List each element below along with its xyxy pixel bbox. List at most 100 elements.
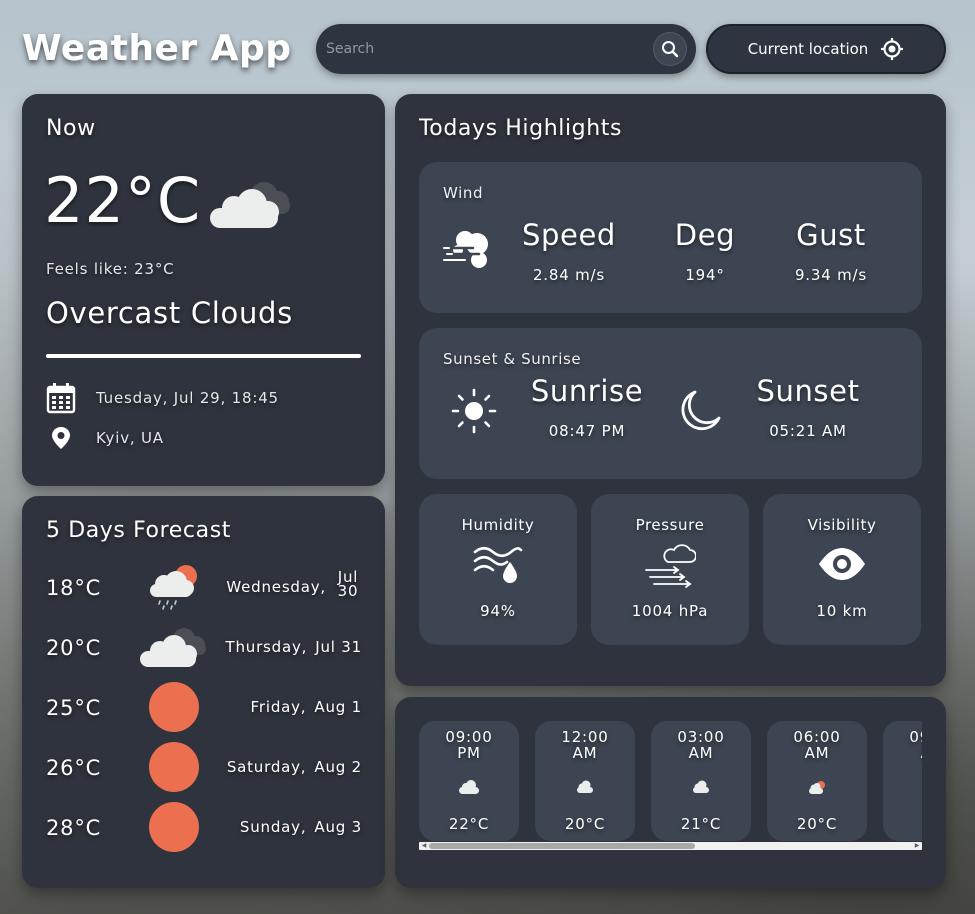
hourly-item: 03:00 AM 21°C [651,721,751,841]
wind-speed-label: Speed [522,218,616,252]
hourly-scrollbar[interactable]: ◀ ▶ [419,842,922,850]
wind-gust-label: Gust [796,218,866,252]
hourly-strip[interactable]: 09:00 PM 22°C 12:00 AM 20°C 03:00 AM 21°… [419,721,922,841]
hourly-period: PM [457,744,481,762]
cloud-icon [459,780,479,794]
wind-panel: Wind Speed 2.84 m/s Deg 194° Gust 9.34 m… [419,162,922,313]
wind-speed-value: 2.84 m/s [532,266,606,284]
scroll-left-arrow[interactable]: ◀ [420,842,428,850]
forecast-temp: 26°C [46,756,102,780]
sun-panel: Sunset & Sunrise Sunrise 08:47 PM Sunset… [419,328,922,479]
hourly-item: 12:00 AM 20°C [535,721,635,841]
sunset: Sunset 05:21 AM [745,374,871,440]
current-location-label: Current location [747,40,869,58]
forecast-temp: 28°C [46,816,102,840]
forecast-date: Aug 1 [314,698,362,716]
hourly-period: AM [804,744,830,762]
current-temperature: 22°C [44,164,202,237]
search-bar [316,24,696,74]
pressure-icon [645,544,696,588]
location-text: Kyiv, UA [96,429,164,447]
forecast-row: 20°C Thursday, Jul 31 [46,622,362,672]
forecast-card: 5 Days Forecast 18°C Wednesday, Jul 30 2… [22,496,385,888]
sunrise: Sunrise 08:47 PM [523,374,651,440]
scroll-right-arrow[interactable]: ▶ [913,842,921,850]
calendar-icon [46,383,76,414]
wind-gust: Gust 9.34 m/s [775,218,887,284]
current-weather-card: Now 22°C Feels like: 23°C Overcast Cloud… [22,94,385,486]
forecast-row: 18°C Wednesday, Jul 30 [46,562,362,612]
date-text: Tuesday, Jul 29, 18:45 [96,389,279,407]
sun-icon [451,388,497,434]
location-row: Kyiv, UA [46,426,164,450]
hourly-time: 09:00 [909,728,922,746]
hourly-time: 09:00 [445,728,493,746]
date-row: Tuesday, Jul 29, 18:45 [46,382,279,414]
search-input[interactable] [326,36,636,62]
forecast-temp: 20°C [46,636,102,660]
rain-cloud-sun-icon [150,565,197,610]
hourly-time: 03:00 [677,728,725,746]
hourly-period: AM [883,745,922,761]
forecast-date: Aug 2 [314,758,362,776]
hourly-item: 09:00 AM 1 [883,721,922,841]
divider [46,354,361,358]
wind-degree: Deg 194° [655,218,755,284]
visibility-panel: Visibility 10 km [763,494,921,645]
pressure-value: 1004 hPa [631,602,709,620]
hourly-period: AM [572,744,598,762]
current-location-button[interactable]: Current location [706,24,946,74]
forecast-row: 25°C Friday, Aug 1 [46,682,362,732]
forecast-weekday: Wednesday, [226,578,326,596]
visibility-value: 10 km [816,602,868,620]
humidity-icon [473,546,523,583]
forecast-temp: 25°C [46,696,102,720]
forecast-day: Friday, Aug 1 [251,698,362,716]
forecast-date: Jul 31 [315,638,362,656]
eye-icon [819,548,865,580]
overcast-clouds-icon [210,182,290,228]
sunset-time: 05:21 AM [769,422,847,440]
feels-like-text: Feels like: 23°C [46,260,175,278]
sun-label: Sunset & Sunrise [443,350,582,368]
highlights-card: Todays Highlights Wind Speed 2.84 m/s De… [395,94,946,686]
now-label: Now [46,116,96,141]
hourly-time: 12:00 [561,728,609,746]
sunrise-time: 08:47 PM [548,422,626,440]
pressure-panel: Pressure 1004 hPa [591,494,749,645]
cloud-icon [577,780,593,793]
app-title: Weather App [22,28,292,69]
cloud-sun-icon [809,781,825,794]
humidity-panel: Humidity 94% [419,494,577,645]
forecast-day: Saturday, Aug 2 [227,758,362,776]
forecast-temp: 18°C [46,576,102,600]
search-icon [662,41,679,58]
overcast-clouds-icon [140,628,206,667]
moon-icon [681,390,721,431]
humidity-value: 94% [480,602,516,620]
forecast-weekday: Saturday, [226,758,307,776]
wind-label: Wind [443,184,484,202]
search-button[interactable] [653,32,687,66]
forecast-row: 28°C Sunday, Aug 3 [46,802,362,852]
forecast-date: Aug 3 [314,818,362,836]
hourly-time: 06:00 [793,728,841,746]
wind-degree-label: Deg [674,218,736,252]
hourly-temp: 20°C [796,815,838,833]
forecast-weekday: Thursday, [225,638,308,656]
hourly-period: AM [688,744,714,762]
visibility-label: Visibility [807,516,877,534]
scroll-thumb[interactable] [429,843,695,849]
highlights-title: Todays Highlights [419,116,623,141]
sun-icon [149,742,199,792]
pressure-label: Pressure [635,516,705,534]
forecast-row: 26°C Saturday, Aug 2 [46,742,362,792]
crosshair-icon [881,38,904,60]
forecast-weekday: Friday, [250,698,307,716]
cloud-icon [693,780,709,793]
forecast-weekday: Sunday, [239,818,307,836]
location-pin-icon [52,427,70,449]
hourly-item: 09:00 PM 22°C [419,721,519,841]
forecast-title: 5 Days Forecast [46,518,231,543]
hourly-temp: 1 [883,815,922,833]
